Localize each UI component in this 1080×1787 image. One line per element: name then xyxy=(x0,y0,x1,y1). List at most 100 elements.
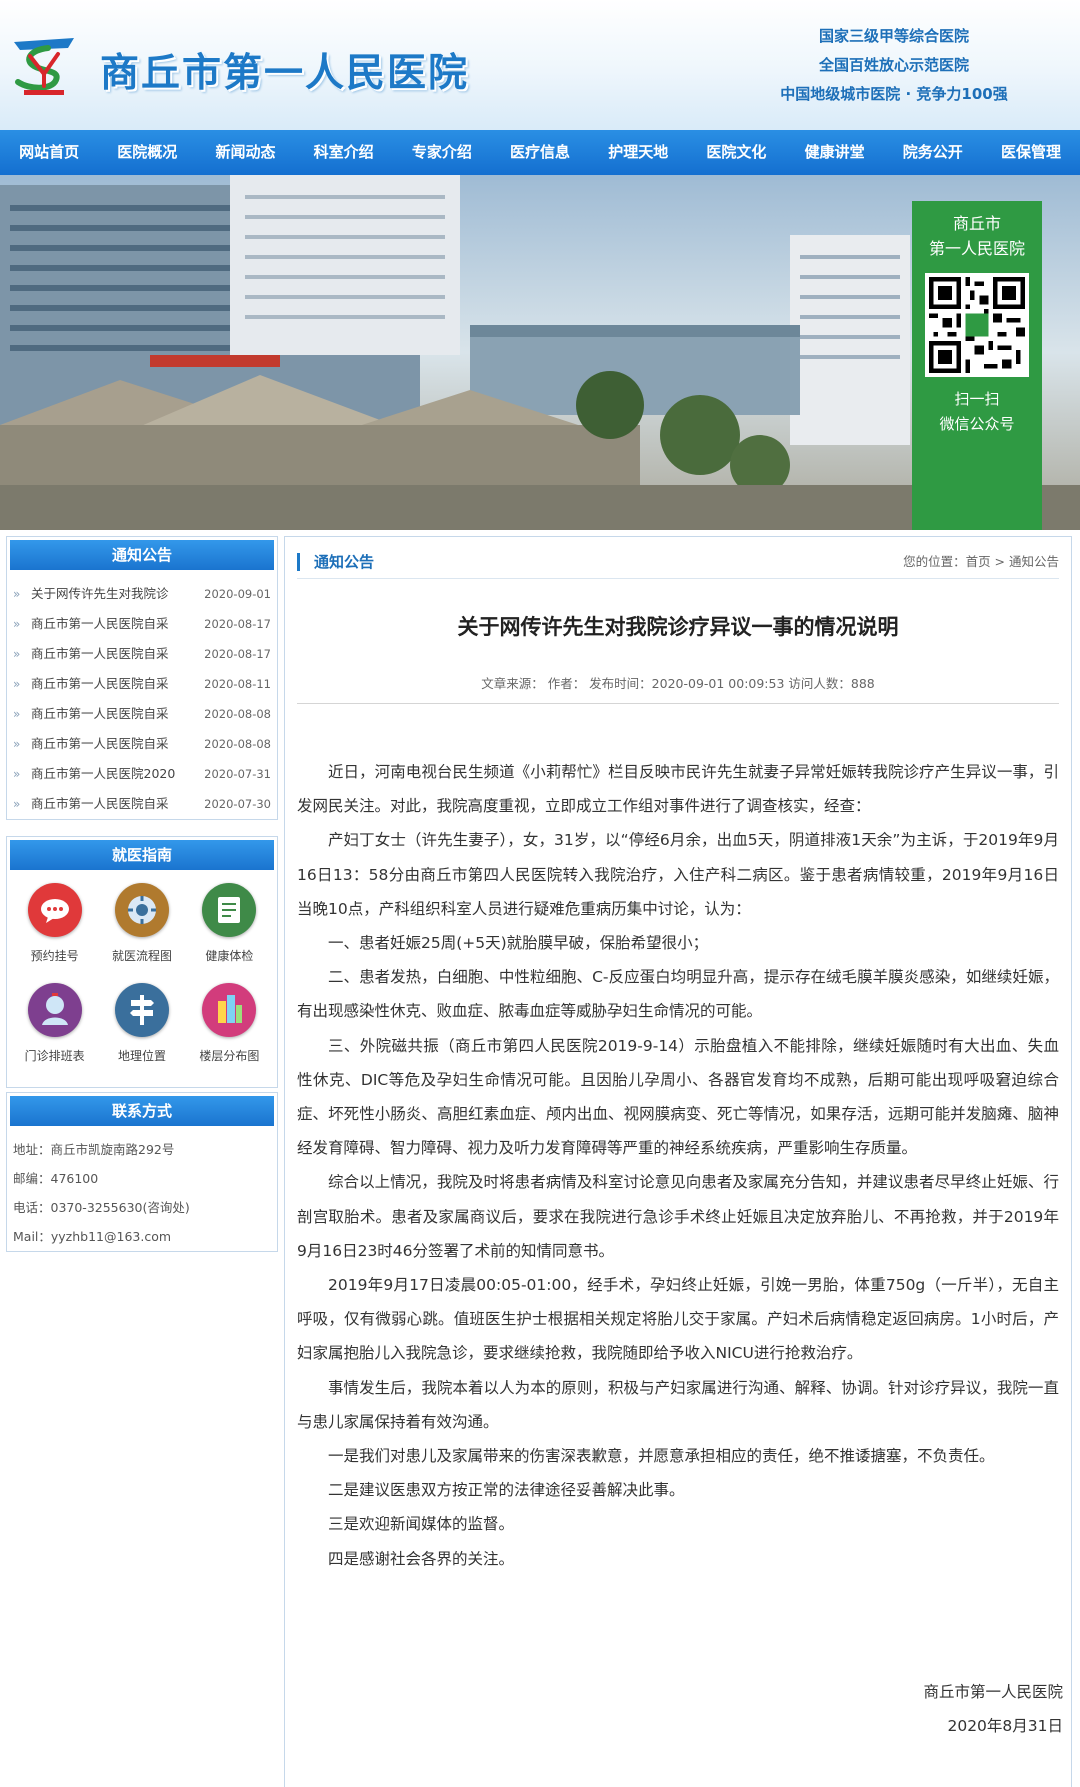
contact-phone: 电话：0370-3255630(咨询处) xyxy=(13,1200,190,1215)
nav-insurance[interactable]: 医保管理 xyxy=(982,130,1080,175)
section-title: 通知公告 xyxy=(297,553,374,571)
nav-experts[interactable]: 专家介绍 xyxy=(393,130,491,175)
article-paragraph: 事情发生后，我院本着以人为本的原则，积极与产妇家属进行沟通、解释、协调。针对诊疗… xyxy=(297,1378,1059,1431)
notice-title: 商丘市第一人民医院自采 xyxy=(31,676,169,691)
guide-label: 门诊排班表 xyxy=(24,1049,85,1063)
site-header: 商丘市第一人民医院 国家三级甲等综合医院 全国百姓放心示范医院 中国地级城市医院… xyxy=(0,0,1080,130)
article-body: 近日，河南电视台民生频道《小莉帮忙》栏目反映市民许先生就妻子异常妊娠转我院诊疗产… xyxy=(297,755,1059,1576)
honor-line: 全国百姓放心示范医院 xyxy=(818,56,969,74)
notice-title: 商丘市第一人民医院自采 xyxy=(31,706,169,721)
floor-map-icon xyxy=(202,983,257,1037)
article-paragraph: 产妇丁女士（许先生妻子），女，31岁，以“停经6月余，出血5天，阴道排液1天余”… xyxy=(297,831,1059,918)
hospital-banner-photo: 商丘市 第一人民医院 扫一扫 微信公众号 xyxy=(0,175,1080,530)
notice-title: 商丘市第一人民医院自采 xyxy=(31,616,169,631)
double-chevron-icon: » xyxy=(13,647,21,661)
notice-date: 2020-09-01 xyxy=(204,587,271,601)
article-paragraph: 2019年9月17日凌晨00:05-01:00，经手术，孕妇终止妊娠，引娩一男胎… xyxy=(297,1276,1059,1363)
article-panel-header: 通知公告 您的位置：首页 > 通知公告 xyxy=(297,549,1059,579)
guide-location[interactable]: 地理位置 xyxy=(98,983,185,1083)
contact-panel-title[interactable]: 联系方式 xyxy=(10,1096,274,1126)
article-paragraph: 三是欢迎新闻媒体的监督。 xyxy=(328,1515,515,1534)
notice-item[interactable]: » 商丘市第一人民医院自采 2020-07-30 xyxy=(13,789,273,819)
notice-item[interactable]: » 商丘市第一人民医院自采 2020-08-17 xyxy=(13,639,273,669)
notice-title: 商丘市第一人民医院自采 xyxy=(31,736,169,751)
notice-item[interactable]: » 商丘市第一人民医院自采 2020-08-08 xyxy=(13,729,273,759)
guide-checkup[interactable]: 健康体检 xyxy=(186,883,273,983)
notice-date: 2020-07-30 xyxy=(204,797,271,811)
double-chevron-icon: » xyxy=(13,617,21,631)
notice-item[interactable]: » 商丘市第一人民医院自采 2020-08-08 xyxy=(13,699,273,729)
guide-floor-map[interactable]: 楼层分布图 xyxy=(186,983,273,1083)
nav-departments[interactable]: 科室介绍 xyxy=(295,130,393,175)
qr-title: 商丘市 第一人民医院 xyxy=(912,201,1042,261)
article-paragraph: 二、患者发热，白细胞、中性粒细胞、C-反应蛋白均明显升高，提示存在绒毛膜羊膜炎感… xyxy=(297,968,1059,1021)
article-paragraph: 三、外院磁共振（商丘市第四人民医院2019-9-14）示胎盘植入不能排除，继续妊… xyxy=(297,1036,1059,1158)
nav-home[interactable]: 网站首页 xyxy=(0,130,98,175)
contact-list: 地址：商丘市凯旋南路292号 邮编：476100 电话：0370-3255630… xyxy=(7,1129,277,1255)
notice-date: 2020-08-08 xyxy=(204,707,271,721)
qr-title-line: 商丘市 xyxy=(952,214,1001,233)
guide-appointment[interactable]: 预约挂号 xyxy=(11,883,98,983)
article-paragraph: 一是我们对患儿及家属带来的伤害深表歉意，并愿意承担相应的责任，绝不推诿搪塞，不负… xyxy=(328,1447,995,1466)
guide-label: 预约挂号 xyxy=(30,949,79,963)
nav-affairs[interactable]: 院务公开 xyxy=(884,130,982,175)
notice-title: 商丘市第一人民医院自采 xyxy=(31,646,169,661)
nav-nursing[interactable]: 护理天地 xyxy=(589,130,687,175)
wechat-qr-code[interactable] xyxy=(925,273,1029,377)
nav-overview[interactable]: 医院概况 xyxy=(98,130,196,175)
guide-label: 健康体检 xyxy=(205,949,254,963)
signpost-icon xyxy=(114,983,169,1037)
notice-item[interactable]: » 商丘市第一人民医院自采 2020-08-17 xyxy=(13,609,273,639)
qr-caption-line: 微信公众号 xyxy=(939,415,1015,433)
schedule-icon xyxy=(27,983,82,1037)
guide-panel-title[interactable]: 就医指南 xyxy=(10,840,274,870)
double-chevron-icon: » xyxy=(13,587,21,601)
article-title: 关于网传许先生对我院诊疗异议一事的情况说明 xyxy=(457,615,899,639)
double-chevron-icon: » xyxy=(13,677,21,691)
signature-org: 商丘市第一人民医院 xyxy=(923,1683,1063,1701)
article-panel: 通知公告 您的位置：首页 > 通知公告 关于网传许先生对我院诊疗异议一事的情况说… xyxy=(284,536,1072,1787)
guide-label: 地理位置 xyxy=(117,1049,166,1063)
breadcrumb[interactable]: 您的位置：首页 > 通知公告 xyxy=(903,553,1059,571)
contact-address: 地址：商丘市凯旋南路292号 xyxy=(13,1142,175,1157)
hospital-logo-icon[interactable] xyxy=(10,34,78,96)
site-name[interactable]: 商丘市第一人民医院 xyxy=(100,42,469,98)
wechat-qr-panel: 商丘市 第一人民医院 扫一扫 微信公众号 xyxy=(912,201,1042,530)
notice-item[interactable]: » 商丘市第一人民医院自采 2020-08-11 xyxy=(13,669,273,699)
notice-date: 2020-08-17 xyxy=(204,617,271,631)
notice-panel: 通知公告 » 关于网传许先生对我院诊 2020-09-01 » 商丘市第一人民医院自采… xyxy=(6,536,278,820)
double-chevron-icon: » xyxy=(13,767,21,781)
article-paragraph: 一、患者妊娠25周(+5天)就胎膜早破，保胎希望很小； xyxy=(328,934,709,953)
notice-item[interactable]: » 商丘市第一人民医院2020 2020-07-31 xyxy=(13,759,273,789)
notice-date: 2020-08-11 xyxy=(204,677,271,691)
guide-schedule[interactable]: 门诊排班表 xyxy=(11,983,98,1083)
notice-list: » 关于网传许先生对我院诊 2020-09-01 » 商丘市第一人民医院自采 2020-… xyxy=(7,573,277,821)
checkup-icon xyxy=(202,883,257,937)
honor-line: 国家三级甲等综合医院 xyxy=(818,27,969,45)
nav-news[interactable]: 新闻动态 xyxy=(196,130,294,175)
divider xyxy=(297,703,1059,704)
notice-panel-title[interactable]: 通知公告 xyxy=(10,540,274,570)
article-paragraph: 综合以上情况，我院及时将患者病情及科室讨论意见向患者及家属充分告知，并建议患者尽… xyxy=(297,1173,1059,1260)
guide-process[interactable]: 就医流程图 xyxy=(98,883,185,983)
notice-title: 关于网传许先生对我院诊 xyxy=(31,586,169,601)
hospital-honors: 国家三级甲等综合医院 全国百姓放心示范医院 中国地级城市医院 · 竞争力100强 xyxy=(764,22,1024,109)
notice-title: 商丘市第一人民医院自采 xyxy=(31,796,169,811)
notice-date: 2020-07-31 xyxy=(204,767,271,781)
double-chevron-icon: » xyxy=(13,737,21,751)
nav-medical-info[interactable]: 医疗信息 xyxy=(491,130,589,175)
article-paragraph: 四是感谢社会各界的关注。 xyxy=(328,1549,515,1568)
guide-label: 就医流程图 xyxy=(111,949,172,963)
article-paragraph: 二是建议医患双方按正常的法律途径妥善解决此事。 xyxy=(328,1481,685,1500)
contact-email[interactable]: Mail：yyzhb11@163.com xyxy=(13,1222,271,1251)
qr-code-icon xyxy=(929,277,1025,373)
process-icon xyxy=(114,883,169,937)
notice-item[interactable]: » 关于网传许先生对我院诊 2020-09-01 xyxy=(13,579,273,609)
article-signature: 商丘市第一人民医院 2020年8月31日 xyxy=(923,1675,1063,1743)
main-nav: 网站首页 医院概况 新闻动态 科室介绍 专家介绍 医疗信息 护理天地 医院文化 … xyxy=(0,130,1080,175)
article-paragraph: 近日，河南电视台民生频道《小莉帮忙》栏目反映市民许先生就妻子异常妊娠转我院诊疗产… xyxy=(297,763,1059,816)
nav-culture[interactable]: 医院文化 xyxy=(687,130,785,175)
double-chevron-icon: » xyxy=(13,797,21,811)
nav-health-lecture[interactable]: 健康讲堂 xyxy=(786,130,884,175)
article-meta: 文章来源： 作者： 发布时间：2020-09-01 00:09:53 访问人数：… xyxy=(481,676,875,691)
